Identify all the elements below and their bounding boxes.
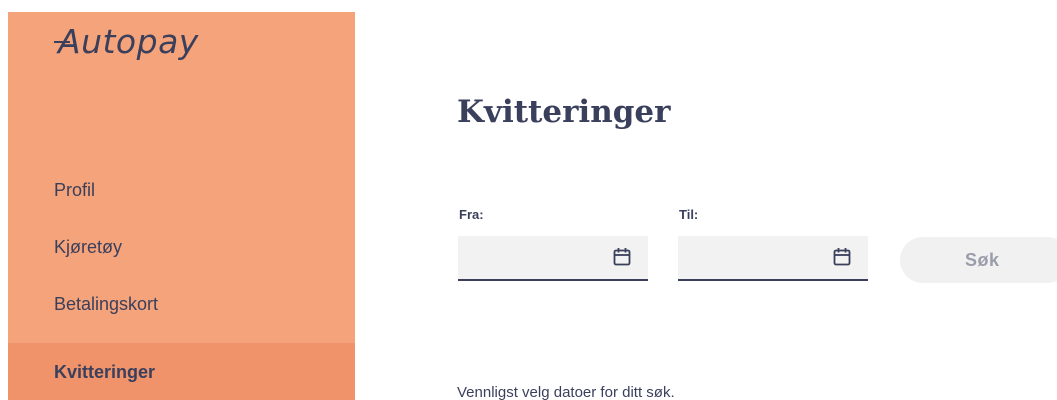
search-button[interactable]: Søk <box>900 237 1057 283</box>
calendar-icon[interactable] <box>613 247 631 267</box>
sidebar-item-label: Kvitteringer <box>54 362 156 382</box>
to-label: Til: <box>679 207 699 222</box>
sidebar-nav: Profil Kjøretøy Betalingskort Kvittering… <box>8 172 355 400</box>
autopay-logo[interactable]: Autopay <box>54 22 199 61</box>
to-date-field[interactable] <box>678 236 868 281</box>
sidebar-item-label: Kjøretøy <box>54 237 123 257</box>
from-label: Fra: <box>459 207 484 222</box>
sidebar-item-label: Profil <box>54 180 96 200</box>
calendar-icon[interactable] <box>833 247 851 267</box>
logo-text: Autopay <box>58 22 199 61</box>
page: Autopay Profil Kjøretøy Betalingskort Kv… <box>0 0 1057 400</box>
sidebar-item-kjoretoy[interactable]: Kjøretøy <box>8 229 355 286</box>
date-hint-text: Vennligst velg datoer for ditt søk. <box>457 384 675 400</box>
from-date-input[interactable] <box>458 236 628 279</box>
page-title: Kvitteringer <box>457 94 671 130</box>
sidebar-item-kvitteringer[interactable]: Kvitteringer <box>8 343 355 400</box>
sidebar: Autopay Profil Kjøretøy Betalingskort Kv… <box>8 12 355 400</box>
sidebar-item-profil[interactable]: Profil <box>8 172 355 229</box>
from-date-field[interactable] <box>458 236 648 281</box>
sidebar-item-label: Betalingskort <box>54 294 159 314</box>
sidebar-item-betalingskort[interactable]: Betalingskort <box>8 286 355 343</box>
to-date-input[interactable] <box>678 236 848 279</box>
